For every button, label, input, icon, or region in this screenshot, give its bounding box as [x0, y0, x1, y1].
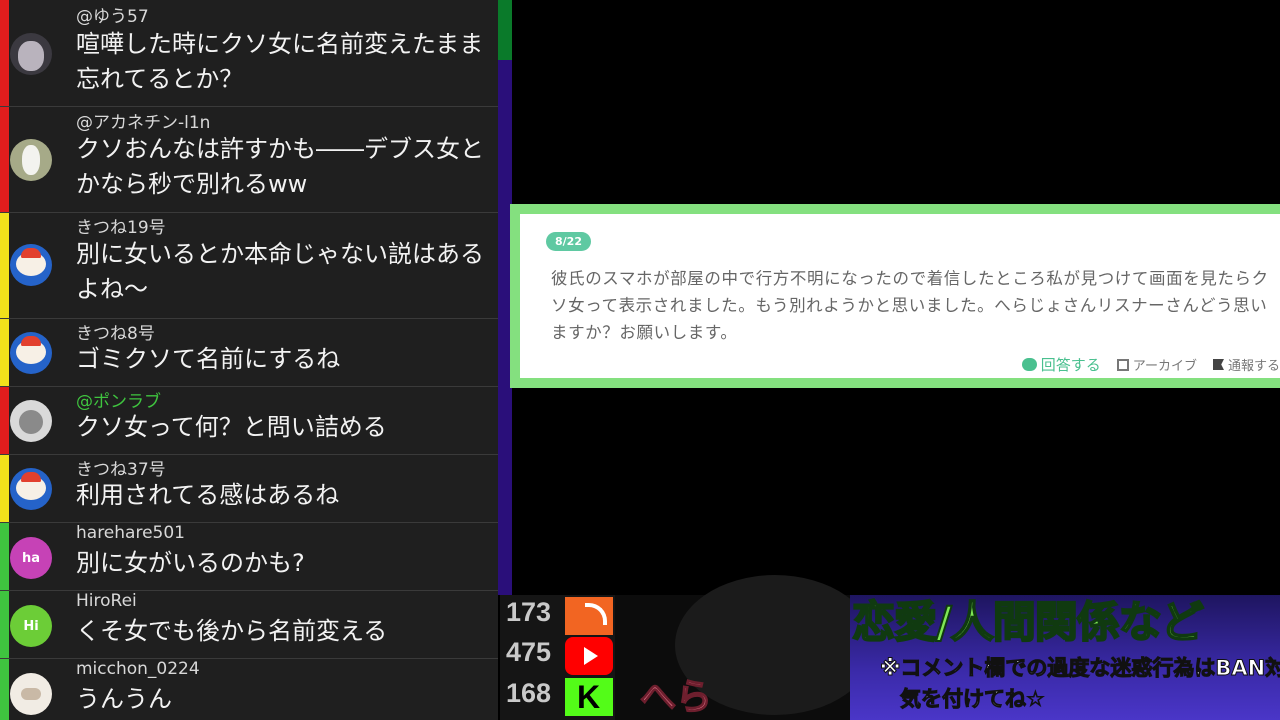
report-button[interactable]: 通報する: [1212, 355, 1280, 374]
archive-icon: [1116, 358, 1129, 371]
avatar[interactable]: Hi: [10, 605, 52, 647]
chat-author[interactable]: harehare501: [76, 523, 185, 543]
chat-text: ゴミクソて名前にするね: [76, 345, 341, 373]
kick-count: 168: [506, 678, 552, 708]
chat-message: Hi HiroRei くそ女でも後から名前変える: [0, 591, 498, 659]
rss-icon: [565, 597, 613, 635]
card-actions: 回答する アーカイブ 通報する: [1021, 354, 1280, 375]
chat-member-bar: [0, 659, 9, 720]
banner-notice: 気を付けてね☆: [900, 687, 1046, 712]
rss-count: 173: [506, 597, 552, 627]
chat-member-bar: [0, 455, 9, 522]
chat-member-bar: [0, 591, 9, 658]
chat-text: くそ女でも後から名前変える: [76, 617, 388, 645]
chat-text: うんうん: [76, 685, 172, 713]
avatar[interactable]: [10, 332, 52, 374]
avatar[interactable]: [10, 33, 52, 75]
kick-icon: [565, 678, 613, 716]
chat-author[interactable]: きつね8号: [76, 319, 155, 344]
chat-text: クソおんなは許すかも――デブス女とかなら秒で別れるww: [76, 135, 484, 198]
chat-message: @ゆう57 喧嘩した時にクソ女に名前変えたまま忘れてるとか？: [0, 0, 498, 107]
youtube-icon: [565, 637, 613, 675]
chat-author[interactable]: HiroRei: [76, 591, 137, 611]
question-text: 彼氏のスマホが部屋の中で行方不明になったので着信したところ私が見つけて画面を見た…: [551, 269, 1269, 342]
answer-label: 回答する: [1040, 356, 1101, 374]
speech-bubble-icon: [1021, 358, 1037, 371]
chat-message: きつね37号 利用されてる感はあるね: [0, 455, 498, 523]
chat-message: ha harehare501 別に女がいるのかも?: [0, 523, 498, 591]
chat-member-bar: [0, 319, 9, 386]
archive-button[interactable]: アーカイブ: [1116, 355, 1197, 374]
chat-author[interactable]: @ポンラブ: [76, 387, 161, 412]
answer-button[interactable]: 回答する: [1021, 354, 1101, 375]
date-badge: 8/22: [546, 232, 591, 251]
banner-notice: ※コメント欄での過度な迷惑行為はBAN対象: [879, 656, 1280, 681]
banner-title: 恋愛/人間関係など: [851, 597, 1205, 649]
chat-text: クソ女って何？と問い詰める: [76, 413, 387, 441]
streamer-name-text: へら: [639, 676, 713, 719]
avatar[interactable]: ha: [10, 537, 52, 579]
youtube-count: 475: [506, 637, 552, 667]
chat-text: 喧嘩した時にクソ女に名前変えたまま忘れてるとか？: [76, 30, 484, 93]
avatar[interactable]: [10, 139, 52, 181]
chat-author[interactable]: @ゆう57: [76, 2, 149, 27]
chat-member-bar: [0, 523, 9, 590]
chat-text: 利用されてる感はあるね: [76, 481, 340, 509]
chat-text: 別に女いるとか本命じゃない説はあるよね～: [76, 240, 484, 303]
chat-message: @アカネチン-l1n クソおんなは許すかも――デブス女とかなら秒で別れるww: [0, 107, 498, 213]
chat-message: きつね19号 別に女いるとか本命じゃない説はあるよね～: [0, 213, 498, 319]
chat-member-bar: [0, 107, 9, 212]
avatar[interactable]: [10, 468, 52, 510]
chat-member-bar: [0, 387, 9, 454]
chat-author[interactable]: きつね19号: [76, 213, 166, 238]
chat-message: きつね8号 ゴミクソて名前にするね: [0, 319, 498, 387]
avatar[interactable]: [10, 244, 52, 286]
report-label: 通報する: [1227, 359, 1280, 374]
question-card: 8/22 彼氏のスマホが部屋の中で行方不明になったので着信したところ私が見つけて…: [510, 204, 1280, 388]
chat-author[interactable]: きつね37号: [76, 455, 166, 480]
flag-icon: [1212, 359, 1224, 370]
stream-background-accent: [498, 0, 512, 60]
chat-message: @ポンラブ クソ女って何？と問い詰める: [0, 387, 498, 455]
chat-member-bar: [0, 213, 9, 318]
chat-member-bar: [0, 0, 9, 106]
avatar[interactable]: [10, 400, 52, 442]
chat-text: 別に女がいるのかも?: [76, 549, 305, 577]
chat-message: micchon_0224 うんうん: [0, 659, 498, 720]
archive-label: アーカイブ: [1132, 359, 1197, 374]
chat-panel: @ゆう57 喧嘩した時にクソ女に名前変えたまま忘れてるとか？ @アカネチン-l1…: [0, 0, 498, 720]
avatar[interactable]: [10, 673, 52, 715]
chat-author[interactable]: @アカネチン-l1n: [76, 108, 210, 133]
chat-author[interactable]: micchon_0224: [76, 659, 200, 679]
